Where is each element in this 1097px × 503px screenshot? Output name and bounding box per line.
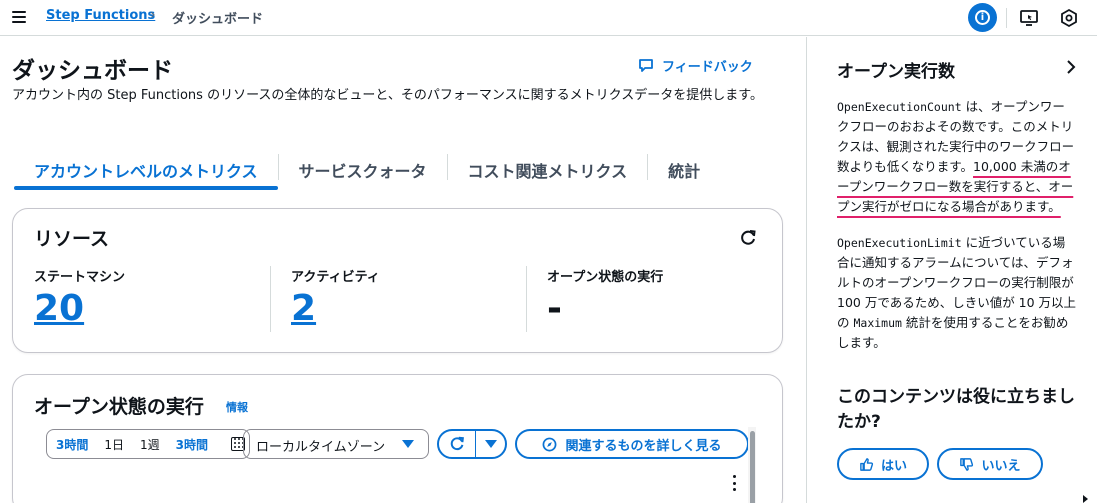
tab-cost-metrics[interactable]: コスト関連メトリクス xyxy=(448,150,648,190)
chevron-right-icon: › xyxy=(150,7,156,23)
code-maximum: Maximum xyxy=(853,316,902,330)
metric-open-executions: オープン状態の実行 - xyxy=(547,266,787,329)
timezone-select[interactable]: ローカルタイムゾーン xyxy=(243,429,429,459)
chevron-right-icon[interactable] xyxy=(1063,58,1079,76)
refresh-button[interactable] xyxy=(439,431,476,457)
code-open-execution-count: OpenExecutionCount xyxy=(837,100,962,114)
help-paragraph-2: OpenExecutionLimit に近づいている場合に通知するアラームについ… xyxy=(837,233,1077,353)
timezone-value: ローカルタイムゾーン xyxy=(256,440,386,455)
scrollbar-thumb[interactable] xyxy=(750,431,755,503)
code-open-execution-limit: OpenExecutionLimit xyxy=(837,236,962,250)
refresh-split-button xyxy=(437,429,507,459)
time-range-selector: 3時間 1日 1週 3時間 xyxy=(46,429,250,459)
metric-state-machines: ステートマシン 20 xyxy=(34,266,274,329)
page-title: ダッシュボード xyxy=(12,58,173,84)
breadcrumb-current: ダッシュボード xyxy=(172,12,264,27)
no-label: いいえ xyxy=(981,458,1021,474)
main-content: ダッシュボード フィードバック アカウント内の Step Functions の… xyxy=(0,37,806,503)
explore-related-button[interactable]: 関連するものを詳しく見る xyxy=(515,429,749,459)
yes-label: はい xyxy=(880,458,907,474)
open-executions-title: オープン状態の実行 xyxy=(34,396,204,418)
expand-arrow-icon[interactable] xyxy=(1083,495,1088,503)
help-paragraph-1: OpenExecutionCount は、オープンワークフローのおおよその数です… xyxy=(837,97,1077,217)
metric-label: オープン状態の実行 xyxy=(547,270,664,285)
compass-icon xyxy=(543,437,557,451)
tab-bar: アカウントレベルのメトリクス サービスクォータ コスト関連メトリクス 統計 xyxy=(14,150,720,190)
caret-down-icon xyxy=(484,440,497,448)
range-option-3h[interactable]: 3時間 xyxy=(56,436,88,453)
more-actions-icon[interactable] xyxy=(730,475,738,491)
toolbar-divider xyxy=(1006,8,1007,28)
info-icon[interactable]: i xyxy=(968,3,997,32)
hexagon-settings-icon[interactable] xyxy=(1059,8,1079,28)
metric-label: アクティビティ xyxy=(291,270,380,285)
breadcrumb-step-functions[interactable]: Step Functions xyxy=(46,8,155,23)
range-option-1d[interactable]: 1日 xyxy=(104,436,124,453)
info-link[interactable]: 情報 xyxy=(226,399,248,415)
tab-service-quotas[interactable]: サービスクォータ xyxy=(279,150,447,190)
tab-statistics[interactable]: 統計 xyxy=(648,150,720,190)
metric-activities: アクティビティ 2 xyxy=(291,266,531,329)
explore-label: 関連するものを詳しく見る xyxy=(565,438,722,454)
caret-down-icon xyxy=(402,440,414,448)
feedback-link[interactable]: フィードバック xyxy=(638,56,753,75)
metric-divider xyxy=(270,266,271,332)
thumbs-down-icon xyxy=(960,457,974,471)
top-bar: Step Functions › ダッシュボード i xyxy=(0,0,1097,36)
feedback-question: このコンテンツは役に立ちましたか? xyxy=(837,387,1075,432)
refresh-icon xyxy=(450,436,464,451)
refresh-options-button[interactable] xyxy=(476,431,505,457)
menu-icon[interactable] xyxy=(12,11,26,23)
thumbs-up-icon xyxy=(860,457,874,471)
open-executions-value: - xyxy=(547,288,562,329)
feedback-label: フィードバック xyxy=(662,60,753,75)
help-panel-title: オープン実行数 xyxy=(837,62,955,82)
metric-divider xyxy=(526,266,527,332)
range-option-1w[interactable]: 1週 xyxy=(140,436,160,453)
state-machines-count-link[interactable]: 20 xyxy=(34,288,84,329)
helpful-no-button[interactable]: いいえ xyxy=(937,448,1043,480)
help-panel-body: OpenExecutionCount は、オープンワークフローのおおよその数です… xyxy=(837,97,1077,369)
screen-help-icon[interactable] xyxy=(1019,8,1039,28)
open-executions-card: オープン状態の実行 情報 3時間 1日 1週 3時間 ローカルタイムゾーン 関連… xyxy=(12,374,783,503)
activities-count-link[interactable]: 2 xyxy=(291,288,316,329)
resources-title: リソース xyxy=(34,228,110,250)
tab-account-metrics[interactable]: アカウントレベルのメトリクス xyxy=(14,150,278,190)
help-panel: オープン実行数 OpenExecutionCount は、オープンワークフローの… xyxy=(806,37,1097,503)
resources-card: リソース ステートマシン 20 アクティビティ 2 オープン状態の実行 - xyxy=(12,208,783,353)
page-description: アカウント内の Step Functions のリソースの全体的なビューと、その… xyxy=(12,88,763,103)
helpful-yes-button[interactable]: はい xyxy=(837,448,929,480)
metric-label: ステートマシン xyxy=(34,270,126,285)
range-option-custom[interactable]: 3時間 xyxy=(176,436,208,453)
chat-bubble-icon xyxy=(639,59,653,72)
refresh-icon[interactable] xyxy=(738,228,758,248)
